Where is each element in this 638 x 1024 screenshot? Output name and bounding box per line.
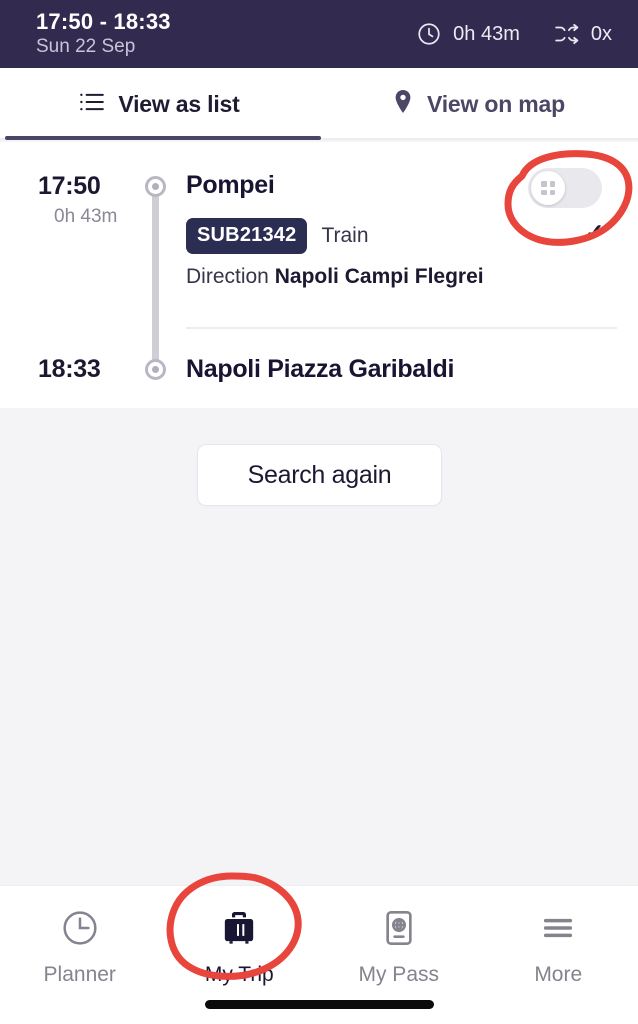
app-screen: 17:50 - 18:33 Sun 22 Sep 0h 43m 0x View … xyxy=(0,0,638,1024)
nav-item-more-label: More xyxy=(534,963,583,986)
clock-icon xyxy=(60,908,100,953)
arrival-time: 18:33 xyxy=(38,355,101,383)
nav-item-my-pass-label: My Pass xyxy=(358,963,439,986)
leg-duration: 0h 43m xyxy=(54,206,118,227)
trip-expand-toggle[interactable] xyxy=(528,168,602,208)
home-indicator xyxy=(205,1000,434,1009)
timeline-departure-marker xyxy=(145,176,166,197)
nav-item-my-trip-label: My Trip xyxy=(204,963,274,986)
header-text-group: 17:50 - 18:33 Sun 22 Sep xyxy=(36,9,171,59)
transfers-stat: 0x xyxy=(554,23,612,46)
map-pin-icon xyxy=(392,89,414,120)
clock-icon xyxy=(416,21,442,47)
suitcase-icon xyxy=(219,908,259,953)
departure-stop-name: Pompei xyxy=(186,171,275,199)
search-again-button[interactable]: Search again xyxy=(197,444,442,506)
line-info-row: SUB21342 Train xyxy=(186,218,369,254)
hamburger-icon xyxy=(538,908,578,953)
timeline-line xyxy=(152,180,159,370)
timeline-arrival-marker xyxy=(145,359,166,380)
duration-stat: 0h 43m xyxy=(416,21,520,47)
passport-icon xyxy=(379,908,419,953)
transfers-value: 0x xyxy=(590,22,612,45)
nav-item-more[interactable]: More xyxy=(479,886,638,1024)
nav-item-planner-label: Planner xyxy=(43,963,116,986)
direction-value: Napoli Campi Flegrei xyxy=(274,265,484,288)
check-icon: ✓ xyxy=(585,219,605,245)
tab-view-as-list[interactable]: View as list xyxy=(0,68,319,140)
duration-value: 0h 43m xyxy=(453,22,520,45)
header-date: Sun 22 Sep xyxy=(36,36,136,57)
tab-view-on-map-label: View on map xyxy=(427,90,565,117)
grid-dots-icon xyxy=(531,171,565,205)
direction-row: Direction Napoli Campi Flegrei xyxy=(186,265,484,289)
list-icon xyxy=(79,91,105,118)
tab-active-indicator xyxy=(5,136,321,140)
search-again-label: Search again xyxy=(247,460,392,489)
nav-item-planner[interactable]: Planner xyxy=(0,886,160,1024)
shuffle-icon xyxy=(554,23,580,45)
line-badge: SUB21342 xyxy=(186,218,308,254)
page-title: 17:50 - 18:33 xyxy=(36,9,171,34)
tab-view-as-list-label: View as list xyxy=(118,90,240,117)
arrival-stop-name: Napoli Piazza Garibaldi xyxy=(186,355,455,383)
departure-time: 17:50 xyxy=(38,172,101,200)
card-divider xyxy=(186,327,617,329)
tab-view-on-map[interactable]: View on map xyxy=(319,68,638,140)
header-stats: 0h 43m 0x xyxy=(416,21,612,47)
direction-label: Direction xyxy=(186,265,269,288)
transport-mode-label: Train xyxy=(321,224,369,247)
view-tabs: View as list View on map xyxy=(0,68,638,140)
trip-header: 17:50 - 18:33 Sun 22 Sep 0h 43m 0x xyxy=(0,0,638,68)
